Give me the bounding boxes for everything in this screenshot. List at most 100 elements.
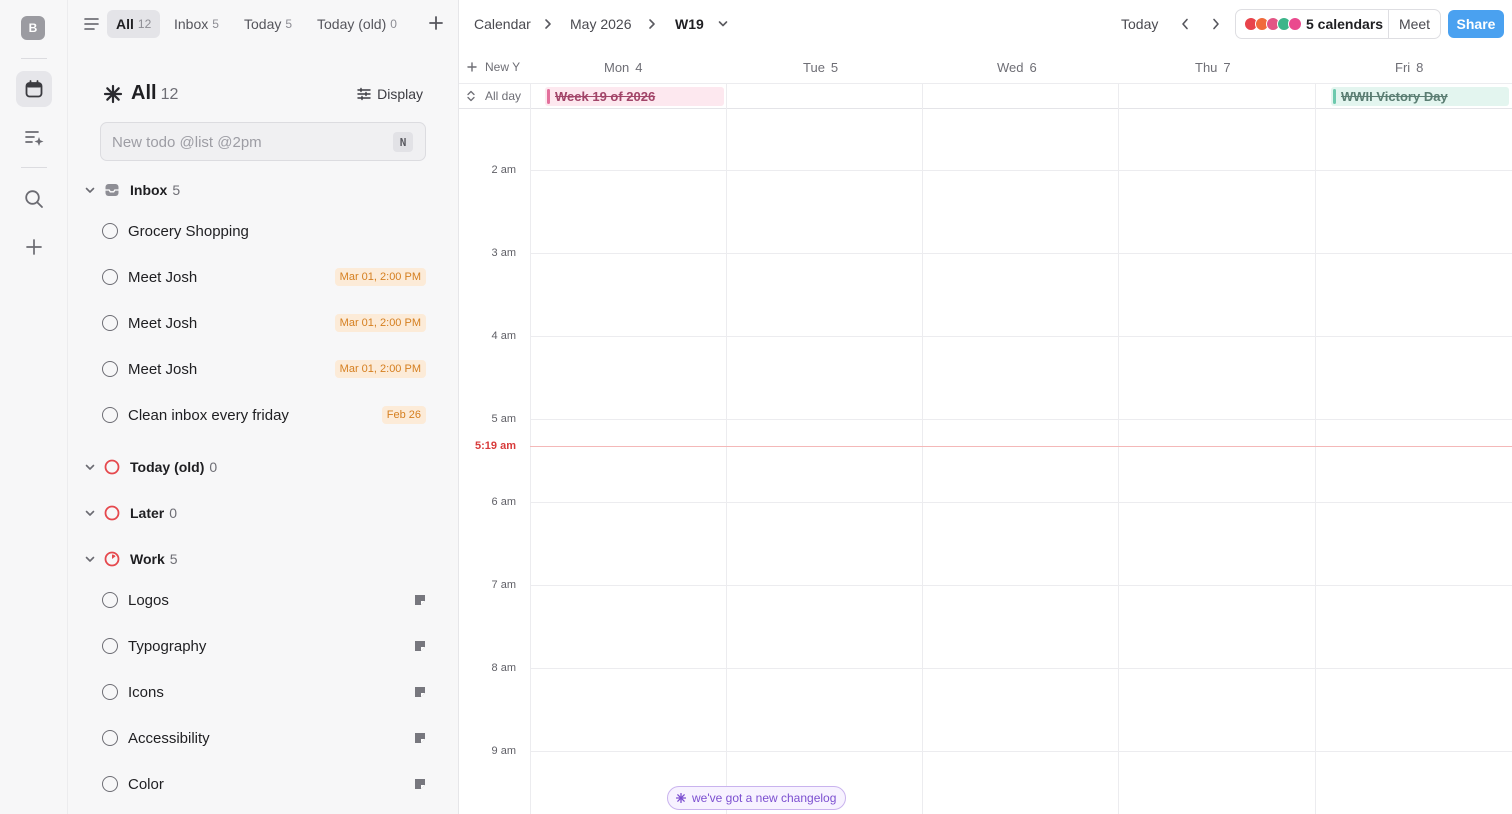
chevron-left-icon[interactable] xyxy=(1178,16,1192,32)
workspace-avatar[interactable]: B xyxy=(21,16,45,40)
list-tabs: All 12 Inbox 5 Today 5 Today (old) 0 xyxy=(68,0,459,48)
day-header-thu[interactable]: Thu 7 xyxy=(1195,60,1231,75)
tab-today-old[interactable]: Today (old) 0 xyxy=(308,10,406,38)
note-icon xyxy=(415,641,425,651)
breadcrumb-calendar[interactable]: Calendar xyxy=(474,16,531,32)
column-divider xyxy=(1315,109,1316,814)
todo-title: Meet Josh xyxy=(128,314,198,332)
todo-checkbox[interactable] xyxy=(102,269,118,285)
add-list-icon[interactable] xyxy=(427,14,445,32)
sliders-icon xyxy=(357,87,371,101)
shortcut-hint: N xyxy=(393,132,413,152)
group-work[interactable]: Work 5 xyxy=(84,548,424,570)
note-icon xyxy=(415,687,425,697)
group-count: 0 xyxy=(209,459,218,475)
sparkle-icon xyxy=(676,793,686,803)
chevron-down-icon[interactable] xyxy=(717,17,729,31)
todo-checkbox[interactable] xyxy=(102,776,118,792)
hour-label: 2 am xyxy=(491,164,516,176)
changelog-text: we've got a new changelog xyxy=(692,791,837,805)
new-event-button[interactable]: New Y xyxy=(467,60,527,74)
new-todo-input[interactable] xyxy=(112,131,382,153)
group-label: Later xyxy=(130,505,165,521)
breadcrumb-week[interactable]: W19 xyxy=(675,16,704,32)
search-button[interactable] xyxy=(16,181,52,217)
list-sparkle-icon xyxy=(25,131,44,146)
todo-checkbox[interactable] xyxy=(102,592,118,608)
todo-checkbox[interactable] xyxy=(102,638,118,654)
new-event-label: New Y xyxy=(485,60,521,74)
day-number: 5 xyxy=(830,60,839,75)
hour-line xyxy=(530,668,1512,669)
group-inbox[interactable]: Inbox 5 xyxy=(84,179,424,201)
tab-today[interactable]: Today 5 xyxy=(235,10,301,38)
todo-item[interactable]: Meet Josh Mar 01, 2:00 PM xyxy=(102,311,426,335)
calendar-color-dots xyxy=(1244,17,1302,31)
day-name: Fri xyxy=(1395,60,1411,75)
add-button[interactable] xyxy=(16,229,52,265)
todo-item[interactable]: Icons xyxy=(102,680,426,704)
meet-button[interactable]: Meet xyxy=(1388,10,1440,38)
day-header-fri[interactable]: Fri 8 xyxy=(1395,60,1423,75)
todo-item[interactable]: Meet Josh Mar 01, 2:00 PM xyxy=(102,357,426,381)
todo-item[interactable]: Meet Josh Mar 01, 2:00 PM xyxy=(102,265,426,289)
share-button[interactable]: Share xyxy=(1448,10,1504,38)
ai-tasks-button[interactable] xyxy=(16,120,52,156)
hour-line xyxy=(530,336,1512,337)
group-later[interactable]: Later 0 xyxy=(84,502,424,524)
day-name: Tue xyxy=(803,60,825,75)
calendar-view-button[interactable] xyxy=(16,71,52,107)
display-button[interactable]: Display xyxy=(357,86,423,102)
todo-checkbox[interactable] xyxy=(102,730,118,746)
todo-checkbox[interactable] xyxy=(102,223,118,239)
column-divider xyxy=(1118,84,1119,109)
rail-divider xyxy=(21,167,47,168)
today-button[interactable]: Today xyxy=(1121,16,1158,32)
time-grid[interactable]: 2 am 3 am 4 am 5 am 6 am 7 am 8 am 9 am … xyxy=(459,109,1512,814)
todo-item[interactable]: Accessibility xyxy=(102,726,426,750)
column-divider xyxy=(922,84,923,109)
day-header-wed[interactable]: Wed 6 xyxy=(997,60,1037,75)
todo-item[interactable]: Typography xyxy=(102,634,426,658)
column-divider xyxy=(1118,109,1119,814)
todo-item[interactable]: Color xyxy=(102,772,426,796)
todo-checkbox[interactable] xyxy=(102,315,118,331)
todo-checkbox[interactable] xyxy=(102,361,118,377)
day-number: 7 xyxy=(1223,60,1231,75)
chevron-right-icon xyxy=(649,19,655,29)
todo-item[interactable]: Grocery Shopping xyxy=(102,219,426,243)
todo-title: Icons xyxy=(128,683,164,701)
calendars-selector[interactable]: 5 calendars Meet xyxy=(1235,9,1441,39)
chevron-down-icon xyxy=(85,464,95,470)
todo-item[interactable]: Clean inbox every friday Feb 26 xyxy=(102,403,426,427)
group-today-old[interactable]: Today (old) 0 xyxy=(84,456,424,478)
hour-label: 8 am xyxy=(491,662,516,674)
todo-item[interactable]: Logos xyxy=(102,588,426,612)
list-header: All 12 Display xyxy=(103,82,423,110)
tab-count: 0 xyxy=(390,17,397,31)
chevron-right-icon[interactable] xyxy=(1209,16,1223,32)
rail-divider xyxy=(21,58,47,59)
todo-checkbox[interactable] xyxy=(102,407,118,423)
tab-inbox[interactable]: Inbox 5 xyxy=(165,10,228,38)
hour-label: 3 am xyxy=(491,247,516,259)
todo-title: Logos xyxy=(128,591,169,609)
day-header-tue[interactable]: Tue 5 xyxy=(803,60,838,75)
changelog-banner[interactable]: we've got a new changelog xyxy=(667,786,847,810)
plus-icon xyxy=(26,239,42,255)
todo-checkbox[interactable] xyxy=(102,684,118,700)
list-circle-icon xyxy=(104,505,120,521)
all-day-event[interactable]: WWII Victory Day xyxy=(1331,87,1509,106)
page-title: All 12 xyxy=(131,82,178,105)
all-day-toggle[interactable]: All day xyxy=(467,89,521,103)
all-day-label: All day xyxy=(485,89,522,103)
page-title-count: 12 xyxy=(160,86,179,103)
menu-icon[interactable] xyxy=(82,14,102,34)
tab-all[interactable]: All 12 xyxy=(107,10,161,38)
group-label: Inbox xyxy=(130,182,168,198)
column-divider xyxy=(530,109,531,814)
day-header-mon[interactable]: Mon 4 xyxy=(604,60,643,75)
all-day-event[interactable]: Week 19 of 2026 xyxy=(545,87,724,106)
display-label: Display xyxy=(377,86,423,102)
breadcrumb-month[interactable]: May 2026 xyxy=(570,16,631,32)
